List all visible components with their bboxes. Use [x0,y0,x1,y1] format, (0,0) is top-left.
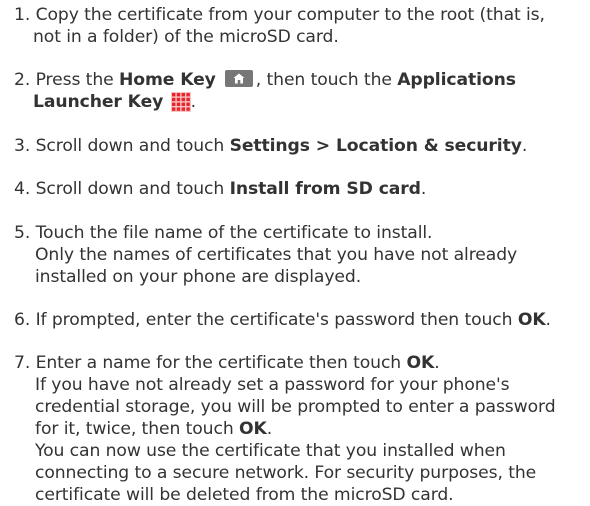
step-text: Only the names of certificates that you … [35,245,518,265]
step-number: 3. [14,136,31,156]
step-2: 2. Press the Home Key , then touch the Ap… [14,69,516,113]
settings-path-label: Settings > Location & security [229,136,522,156]
step-text: certificate will be deleted from the mic… [35,485,454,505]
step-text: for it, twice, then touch [35,419,239,439]
step-3: 3. Scroll down and touch Settings > Loca… [14,136,528,156]
step-1: 1. Copy the certificate from your comput… [14,4,545,48]
step-text: , then touch the [255,70,398,90]
step-text: Scroll down and touch [35,136,230,156]
step-5: 5. Touch the file name of the certificat… [14,222,517,288]
launcher-key-label: Launcher Key [33,92,164,112]
step-text: connecting to a secure network. For secu… [35,463,537,483]
step-7: 7. Enter a name for the certificate then… [14,353,556,505]
step-text: not in a folder) of the microSD card. [33,27,339,47]
step-number: 1. [14,5,31,25]
step-text: Press the [35,70,119,90]
step-4: 4. Scroll down and touch Install from SD… [14,179,427,199]
step-text: . [190,92,196,112]
instructions-document: 1. Copy the certificate from your comput… [0,0,590,505]
step-text: Enter a name for the certificate then to… [35,353,407,373]
step-6: 6. If prompted, enter the certificate's … [14,310,551,330]
step-number: 4. [14,179,31,199]
step-text: credential storage, you will be prompted… [35,397,556,417]
home-key-label: Home Key [118,70,216,90]
install-from-sd-label: Install from SD card [229,179,421,199]
applications-launcher-icon [170,92,191,112]
step-text: If you have not already set a password f… [35,375,510,395]
step-text: Touch the file name of the certificate t… [35,223,433,243]
applications-label: Applications [397,70,516,90]
ok-label: OK [517,310,546,330]
step-text: Copy the certificate from your computer … [35,5,545,25]
step-number: 7. [14,353,31,373]
home-icon [224,70,253,87]
step-text: You can now use the certificate that you… [35,441,506,461]
step-text: installed on your phone are displayed. [35,267,362,287]
step-number: 6. [14,310,31,330]
ok-label: OK [238,419,267,439]
ok-label: OK [406,353,435,373]
step-text: Scroll down and touch [35,179,230,199]
step-number: 5. [14,223,31,243]
step-text: If prompted, enter the certificate's pas… [35,310,518,330]
step-number: 2. [14,70,31,90]
